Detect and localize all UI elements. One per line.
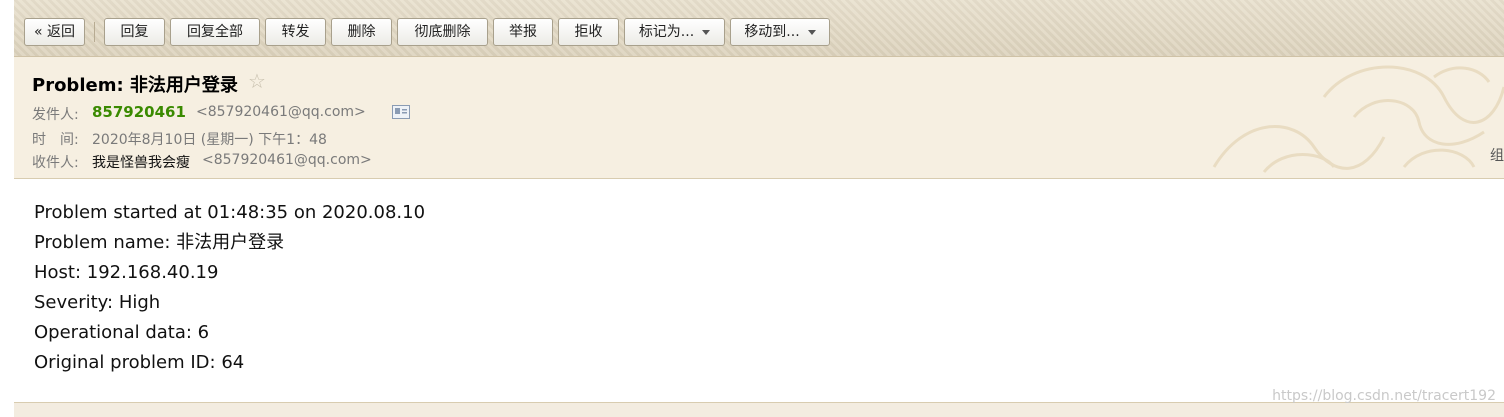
mark-as-label: 标记为...: [638, 24, 695, 40]
sender-address: <857920461@qq.com>: [196, 104, 366, 120]
recipient-name[interactable]: 我是怪兽我会瘦: [92, 152, 190, 172]
body-line: Original problem ID: 64: [34, 352, 245, 373]
reply-button[interactable]: 回复: [104, 18, 165, 46]
time-value: 2020年8月10日 (星期一) 下午1：48: [92, 132, 327, 148]
chevron-down-icon: [702, 29, 711, 35]
body-line: Problem name: 非法用户登录: [34, 232, 285, 253]
email-body: Problem started at 01:48:35 on 2020.08.1…: [34, 198, 425, 378]
body-line: Operational data: 6: [34, 322, 210, 343]
reject-button[interactable]: 拒收: [558, 18, 619, 46]
move-to-label: 移动到...: [744, 24, 800, 40]
recipient-address: <857920461@qq.com>: [202, 152, 372, 168]
reply-all-button[interactable]: 回复全部: [170, 18, 260, 46]
delete-button[interactable]: 删除: [331, 18, 392, 46]
back-button[interactable]: « 返回: [24, 18, 85, 46]
mark-as-dropdown[interactable]: 标记为...: [624, 18, 725, 46]
chevron-down-icon: [807, 29, 816, 35]
body-line: Host: 192.168.40.19: [34, 262, 219, 283]
email-subject: Problem: 非法用户登录: [32, 75, 238, 96]
contact-card-icon[interactable]: [392, 105, 410, 119]
cloud-pattern-decoration: [1212, 65, 1504, 173]
mail-toolbar: « 返回 回复 回复全部 转发 删除 彻底删除 举报 拒收 标记为... 移动到…: [14, 0, 1504, 57]
footer-strip: [14, 402, 1504, 417]
sender-name[interactable]: 857920461: [92, 103, 186, 121]
watermark: https://blog.csdn.net/tracert192: [1272, 388, 1496, 404]
body-line: Severity: High: [34, 292, 161, 313]
mail-header: Problem: 非法用户登录 ☆ 发件人: 857920461 <857920…: [14, 57, 1504, 179]
move-to-dropdown[interactable]: 移动到...: [730, 18, 830, 46]
body-line: Problem started at 01:48:35 on 2020.08.1…: [34, 202, 426, 223]
star-icon[interactable]: ☆: [248, 69, 266, 93]
to-label: 收件人:: [32, 155, 79, 171]
from-label: 发件人:: [32, 107, 79, 123]
delete-forever-button[interactable]: 彻底删除: [397, 18, 488, 46]
toolbar-separator: [94, 22, 95, 42]
forward-button[interactable]: 转发: [265, 18, 326, 46]
report-button[interactable]: 举报: [493, 18, 553, 46]
header-edge-text: 组: [1490, 148, 1504, 164]
time-label: 时 间:: [32, 132, 79, 148]
